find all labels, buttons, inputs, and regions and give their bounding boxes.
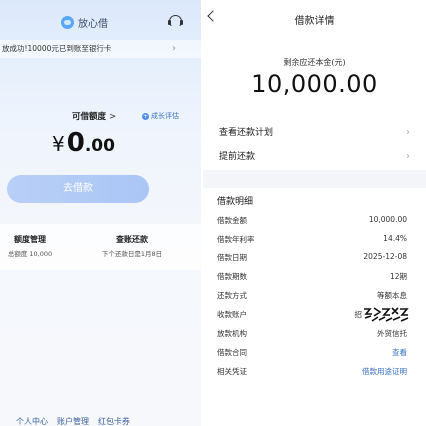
credit-row: 可借额度 > + 成长评估 (0, 110, 202, 124)
notice-banner[interactable]: 放成功!10000元已到账至银行卡 › (0, 40, 202, 58)
details-title: 借款明细 (217, 197, 254, 207)
headset-icon[interactable] (168, 15, 183, 28)
loan-home-screen: 放心借 放成功!10000元已到账至银行卡 › 可借额度 > + 成长评估 ¥ … (0, 0, 202, 426)
detail-row: 借款期数 12期 (217, 272, 407, 281)
loan-purpose-proof-link[interactable]: 借款用途证明 (362, 366, 407, 377)
footer-link-coupons[interactable]: 红包卡券 (98, 416, 130, 426)
detail-row: 借款年利率 14.4% (217, 234, 407, 244)
quick-actions: 额度管理 总额度 10,000 查账还款 下个还款日是1月8日 (0, 224, 202, 270)
footer-link-account[interactable]: 账户管理 (57, 416, 89, 426)
footer-link-personal-center[interactable]: 个人中心 (16, 416, 48, 426)
masked-account-pattern (362, 306, 410, 323)
footer-links: 个人中心 账户管理 红包卡券 (16, 416, 130, 426)
detail-row: 还款方式 等额本息 (217, 291, 407, 300)
chevron-right-icon: › (406, 151, 410, 162)
remaining-principal-label: 剩余应还本金(元) (283, 58, 346, 67)
early-repayment-item[interactable]: 提前还款 › (203, 146, 426, 168)
detail-row: 相关凭证 借款用途证明 (217, 366, 407, 377)
repayment-card[interactable]: 查账还款 下个还款日是1月8日 (88, 234, 176, 258)
loan-detail-screen: 借款详情 剩余应还本金(元) 10,000.00 查看还款计划 › 提前还款 ›… (203, 0, 426, 426)
brand-logo-icon (61, 16, 74, 29)
available-credit-amount: ¥ 0 .00 (52, 128, 115, 158)
brand: 放心借 (61, 15, 108, 30)
growth-assessment-link[interactable]: + 成长评估 (142, 111, 179, 121)
chevron-right-icon: › (172, 43, 176, 54)
detail-row: 借款金额 10,000.00 (217, 215, 407, 225)
quota-management-card[interactable]: 额度管理 总额度 10,000 (0, 234, 60, 258)
chevron-right-icon: › (406, 127, 410, 138)
credit-label[interactable]: 可借额度 > (72, 110, 116, 122)
repayment-plan-item[interactable]: 查看还款计划 › (203, 122, 426, 144)
page-title: 借款详情 (294, 16, 335, 27)
view-contract-link[interactable]: 查看 (392, 347, 407, 358)
plus-icon: + (142, 112, 149, 120)
notice-text: 放成功!10000元已到账至银行卡 (2, 44, 112, 53)
brand-name: 放心借 (78, 19, 108, 30)
detail-row-receiving-account: 收款账户 招 (203, 306, 426, 323)
detail-row: 借款合同 查看 (217, 347, 407, 358)
borrow-button[interactable]: 去借款 (7, 175, 149, 203)
top-bar: 放心借 (0, 10, 202, 34)
remaining-principal-amount: 10,000.00 (251, 70, 378, 98)
detail-row: 借款日期 2025-12-08 (217, 252, 407, 262)
summary-card: 借款详情 剩余应还本金(元) 10,000.00 查看还款计划 › 提前还款 › (203, 0, 426, 170)
loan-details: 借款明细 借款金额 10,000.00 借款年利率 14.4% 借款日期 2025-1… (203, 188, 426, 426)
detail-row: 放款机构 外贸信托 (217, 329, 407, 338)
